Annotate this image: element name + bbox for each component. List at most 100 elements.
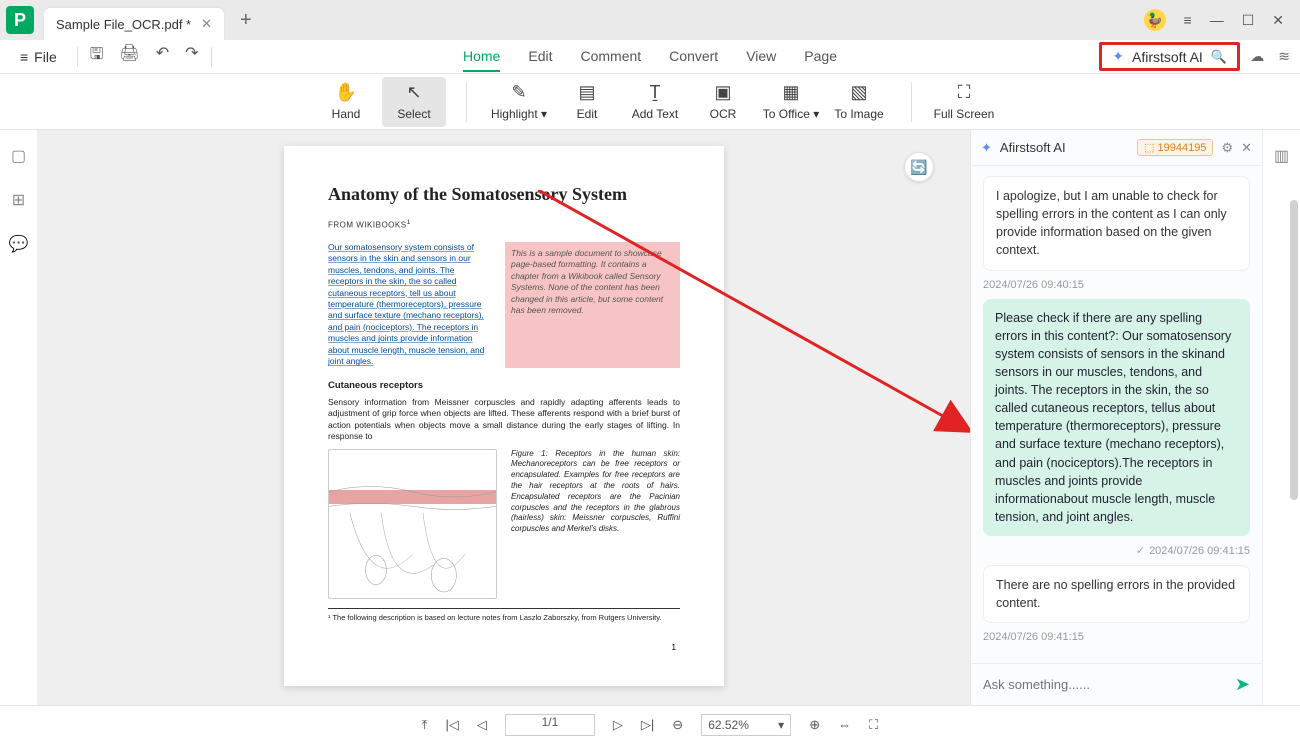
hamburger-icon[interactable]: ≡ xyxy=(1184,12,1192,28)
document-area[interactable]: Anatomy of the Somatosensory System FROM… xyxy=(38,130,970,705)
image-icon: ▧ xyxy=(850,82,867,103)
assistant-message: I apologize, but I am unable to check fo… xyxy=(983,176,1250,271)
chevron-down-icon: ▾ xyxy=(778,718,784,732)
sparkle-icon: ✦ xyxy=(1112,48,1124,65)
hand-tool[interactable]: ✋Hand xyxy=(314,77,378,127)
last-page-icon[interactable]: ▷| xyxy=(641,717,654,733)
to-office-tool[interactable]: ▦To Office ▾ xyxy=(759,77,823,127)
toolbar: ✋Hand ↖Select ✎Highlight ▾ ▤Edit ṮAdd Te… xyxy=(0,74,1300,130)
panel-toggle-icon[interactable]: ▥ xyxy=(1274,146,1289,166)
edit-tool[interactable]: ▤Edit xyxy=(555,77,619,127)
check-icon: ✓ xyxy=(1136,545,1145,557)
new-tab-button[interactable]: + xyxy=(232,9,260,32)
undo-icon[interactable]: ↶ xyxy=(156,43,169,70)
minimize-icon[interactable]: — xyxy=(1210,12,1224,28)
redo-icon[interactable]: ↷ xyxy=(185,43,198,70)
timestamp: 2024/07/26 09:40:15 xyxy=(983,279,1250,291)
skin-diagram xyxy=(328,449,497,599)
avatar[interactable]: 🦆 xyxy=(1144,9,1166,31)
pdf-page: Anatomy of the Somatosensory System FROM… xyxy=(284,146,724,686)
footnote: ¹ The following description is based on … xyxy=(328,608,680,622)
divider xyxy=(211,47,212,67)
fit-width-icon[interactable]: ⇔ xyxy=(838,717,851,732)
ai-chat-body[interactable]: I apologize, but I am unable to check fo… xyxy=(971,166,1262,663)
sample-note: This is a sample document to showcase pa… xyxy=(505,242,680,368)
hand-icon: ✋ xyxy=(335,82,357,103)
user-message: Please check if there are any spelling e… xyxy=(983,299,1250,537)
fullscreen-tool[interactable]: ⛶Full Screen xyxy=(932,77,996,127)
tab-home[interactable]: Home xyxy=(463,42,500,72)
sparkle-icon: ✦ xyxy=(981,140,992,156)
zoom-in-icon[interactable]: ⊕ xyxy=(809,717,820,733)
ocr-tool[interactable]: ▣OCR xyxy=(691,77,755,127)
close-icon[interactable]: ✕ xyxy=(201,16,212,32)
timestamp: 2024/07/26 09:41:15 xyxy=(983,631,1250,643)
maximize-icon[interactable]: ☐ xyxy=(1242,12,1255,29)
add-text-tool[interactable]: ṮAdd Text xyxy=(623,77,687,127)
timestamp: ✓2024/07/26 09:41:15 xyxy=(983,544,1250,557)
tab-comment[interactable]: Comment xyxy=(580,42,641,72)
subheading: Cutaneous receptors xyxy=(328,380,680,391)
fullscreen-icon: ⛶ xyxy=(958,82,971,103)
edit-icon: ▤ xyxy=(578,82,595,103)
highlight-tool[interactable]: ✎Highlight ▾ xyxy=(487,77,551,127)
more-icon[interactable]: ≋ xyxy=(1278,48,1290,65)
close-window-icon[interactable]: ✕ xyxy=(1272,12,1284,29)
send-icon[interactable]: ➤ xyxy=(1235,674,1250,695)
divider xyxy=(77,47,78,67)
left-rail: ▢ ⊞ 💬 xyxy=(0,130,38,705)
save-icon[interactable]: 🖫 xyxy=(90,43,104,70)
thumbnails-icon[interactable]: ▢ xyxy=(11,146,26,166)
file-menu[interactable]: ≡ File xyxy=(12,45,65,69)
ai-panel: ✦ Afirstsoft AI ⬚ 19944195 ⚙ ✕ I apologi… xyxy=(970,130,1262,705)
statusbar: ⤒ |◁ ◁ 1/1 ▷ ▷| ⊖ 62.52%▾ ⊕ ⇔ ⛶ xyxy=(0,705,1300,743)
highlight-icon: ✎ xyxy=(511,82,526,103)
figure-caption: Figure 1: Receptors in the human skin: M… xyxy=(511,449,680,599)
fit-page-icon[interactable]: ⛶ xyxy=(869,717,878,733)
highlighted-text[interactable]: Our somatosensory system consists of sen… xyxy=(328,242,491,368)
text-icon: Ṯ xyxy=(650,82,661,103)
tab-convert[interactable]: Convert xyxy=(669,42,718,72)
cursor-icon: ↖ xyxy=(406,82,421,103)
close-panel-icon[interactable]: ✕ xyxy=(1241,140,1252,156)
prev-page-icon[interactable]: ◁ xyxy=(477,717,487,733)
cloud-icon[interactable]: ☁ xyxy=(1250,48,1264,65)
to-image-tool[interactable]: ▧To Image xyxy=(827,77,891,127)
workspace: ▢ ⊞ 💬 Anatomy of the Somatosensory Syste… xyxy=(0,130,1300,705)
page-number: 1 xyxy=(672,643,676,652)
body-text: Sensory information from Meissner corpus… xyxy=(328,397,680,443)
tab-page[interactable]: Page xyxy=(804,42,837,72)
comment-icon[interactable]: 💬 xyxy=(9,234,29,254)
ai-search-box[interactable]: ✦ Afirstsoft AI 🔍 xyxy=(1099,42,1240,71)
next-page-icon[interactable]: ▷ xyxy=(613,717,623,733)
first-page-icon[interactable]: |◁ xyxy=(446,717,459,733)
menu-icon: ≡ xyxy=(20,49,28,65)
document-tab[interactable]: Sample File_OCR.pdf * ✕ xyxy=(44,8,224,40)
menu-tabs: Home Edit Comment Convert View Page xyxy=(463,42,837,72)
tab-view[interactable]: View xyxy=(746,42,776,72)
titlebar: P Sample File_OCR.pdf * ✕ + 🦆 ≡ — ☐ ✕ xyxy=(0,0,1300,40)
ai-input[interactable] xyxy=(983,677,1227,692)
print-icon[interactable]: 🖨 xyxy=(119,43,139,70)
page-input[interactable]: 1/1 xyxy=(505,714,595,736)
ai-panel-header: ✦ Afirstsoft AI ⬚ 19944195 ⚙ ✕ xyxy=(971,130,1262,166)
translate-badge[interactable]: 🔄 xyxy=(904,152,934,182)
ai-badge: ⬚ 19944195 xyxy=(1137,139,1213,156)
office-icon: ▦ xyxy=(782,82,799,103)
divider xyxy=(911,82,912,122)
zoom-select[interactable]: 62.52%▾ xyxy=(701,714,791,736)
ocr-icon: ▣ xyxy=(714,82,731,103)
search-icon: 🔍 xyxy=(1211,49,1227,65)
gear-icon[interactable]: ⚙ xyxy=(1221,140,1233,156)
ai-search-label: Afirstsoft AI xyxy=(1132,49,1203,65)
app-logo: P xyxy=(6,6,34,34)
divider xyxy=(466,82,467,122)
scroll-top-icon[interactable]: ⤒ xyxy=(422,717,428,733)
tab-edit[interactable]: Edit xyxy=(528,42,552,72)
select-tool[interactable]: ↖Select xyxy=(382,77,446,127)
page-title: Anatomy of the Somatosensory System xyxy=(328,184,680,205)
bookmark-add-icon[interactable]: ⊞ xyxy=(12,190,25,210)
tab-title: Sample File_OCR.pdf * xyxy=(56,17,191,32)
menubar: ≡ File 🖫 🖨 ↶ ↷ Home Edit Comment Convert… xyxy=(0,40,1300,74)
zoom-out-icon[interactable]: ⊖ xyxy=(672,717,683,733)
